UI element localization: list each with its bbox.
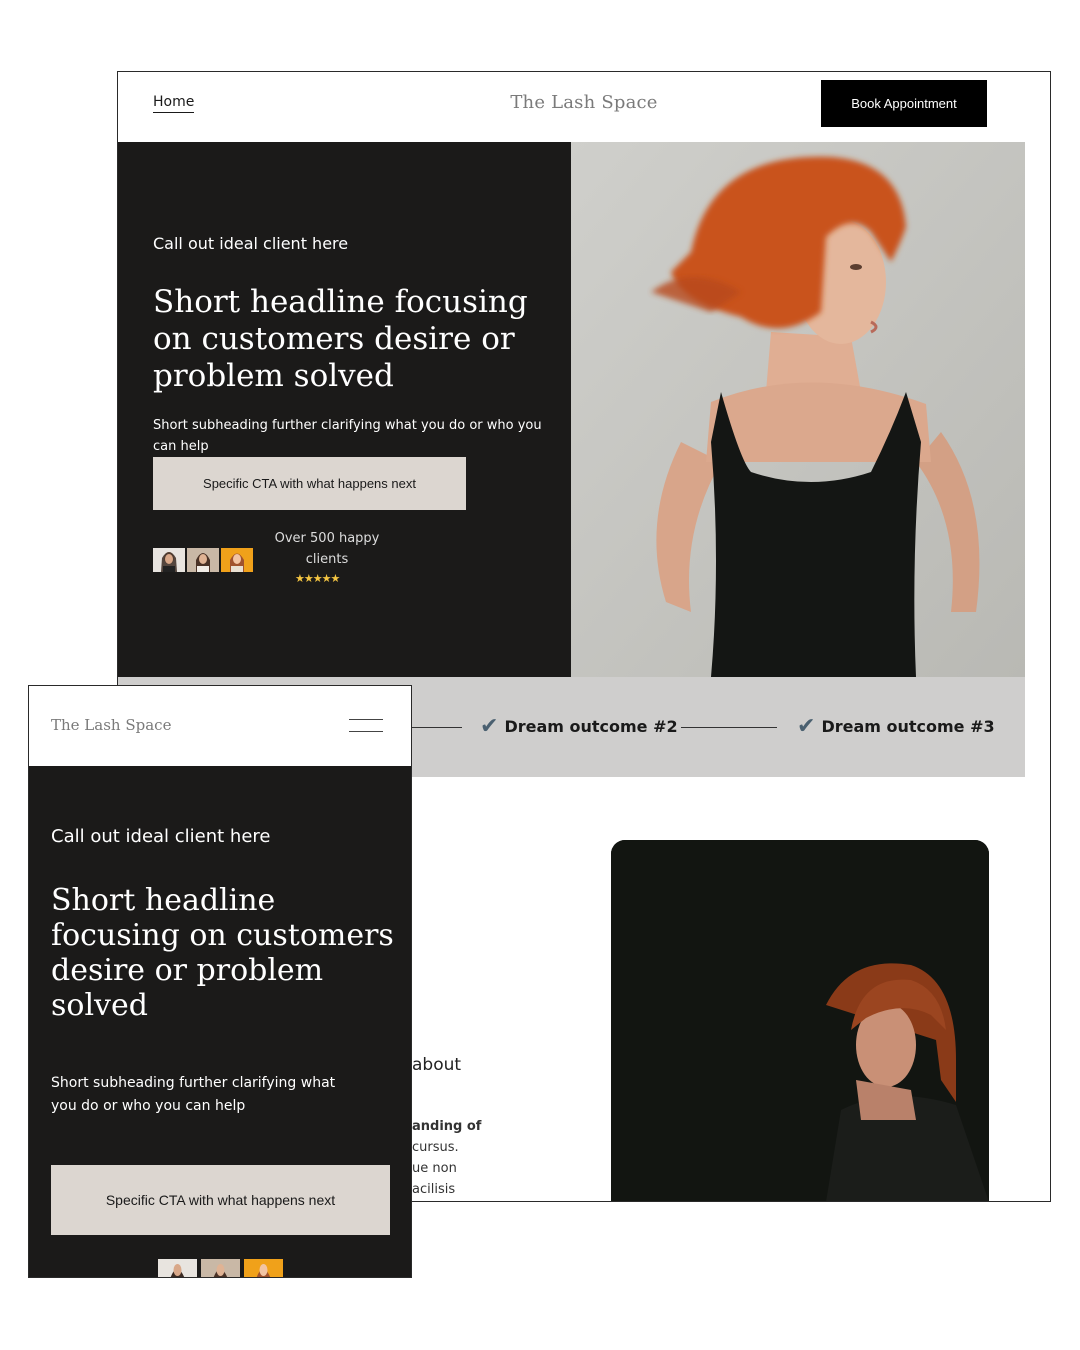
checkmark-icon: ✔ <box>797 714 816 739</box>
checkmark-icon: ✔ <box>480 714 499 739</box>
desktop-nav: Home The Lash Space Book Appointment <box>118 72 1050 142</box>
about-line: acilisis <box>412 1182 456 1197</box>
outcome-item-3: ✔ Dream outcome #3 <box>797 714 995 739</box>
mobile-mockup: The Lash Space Call out ideal client her… <box>28 685 412 1278</box>
avatar <box>187 548 219 572</box>
mobile-hero-headline: Short headline focusing on customers des… <box>51 883 394 1023</box>
hamburger-icon[interactable] <box>349 719 383 733</box>
avatar <box>201 1259 240 1277</box>
client-avatars <box>153 548 253 572</box>
hero-panel: Call out ideal client here Short headlin… <box>118 142 571 677</box>
mobile-hero-eyebrow: Call out ideal client here <box>51 826 271 847</box>
mobile-site-logo[interactable]: The Lash Space <box>51 716 171 734</box>
hero-cta-button[interactable]: Specific CTA with what happens next <box>153 457 466 510</box>
avatar <box>158 1259 197 1277</box>
mobile-nav: The Lash Space <box>29 686 411 766</box>
about-body: anding of cursus. ue non acilisis <box>412 1116 482 1200</box>
outcome-divider <box>412 727 462 728</box>
rating-stars: ★★★★★ <box>295 572 340 585</box>
about-photo <box>611 840 989 1201</box>
mobile-hero-cta-button[interactable]: Specific CTA with what happens next <box>51 1165 390 1235</box>
about-line: anding of <box>412 1119 482 1134</box>
about-line: cursus. <box>412 1140 459 1155</box>
about-title: about <box>412 1055 462 1075</box>
avatar <box>221 548 253 572</box>
social-proof-text: Over 500 happy clients <box>274 531 380 567</box>
mobile-hero-subheading: Short subheading further clarifying what… <box>51 1075 336 1114</box>
avatar <box>153 548 185 572</box>
mobile-client-avatars <box>158 1259 283 1277</box>
outcome-divider <box>681 727 777 728</box>
outcome-label: Dream outcome #2 <box>504 717 678 736</box>
hero-photo <box>571 142 1025 677</box>
outcome-label: Dream outcome #3 <box>821 717 995 736</box>
book-appointment-button[interactable]: Book Appointment <box>821 80 987 127</box>
avatar <box>244 1259 283 1277</box>
hero-eyebrow: Call out ideal client here <box>153 234 349 253</box>
hero-headline: Short headline focusing on customers des… <box>153 284 528 394</box>
about-line: ue non <box>412 1161 457 1176</box>
outcome-item-2: ✔ Dream outcome #2 <box>480 714 678 739</box>
hero-subheading: Short subheading further clarifying what… <box>153 418 542 454</box>
